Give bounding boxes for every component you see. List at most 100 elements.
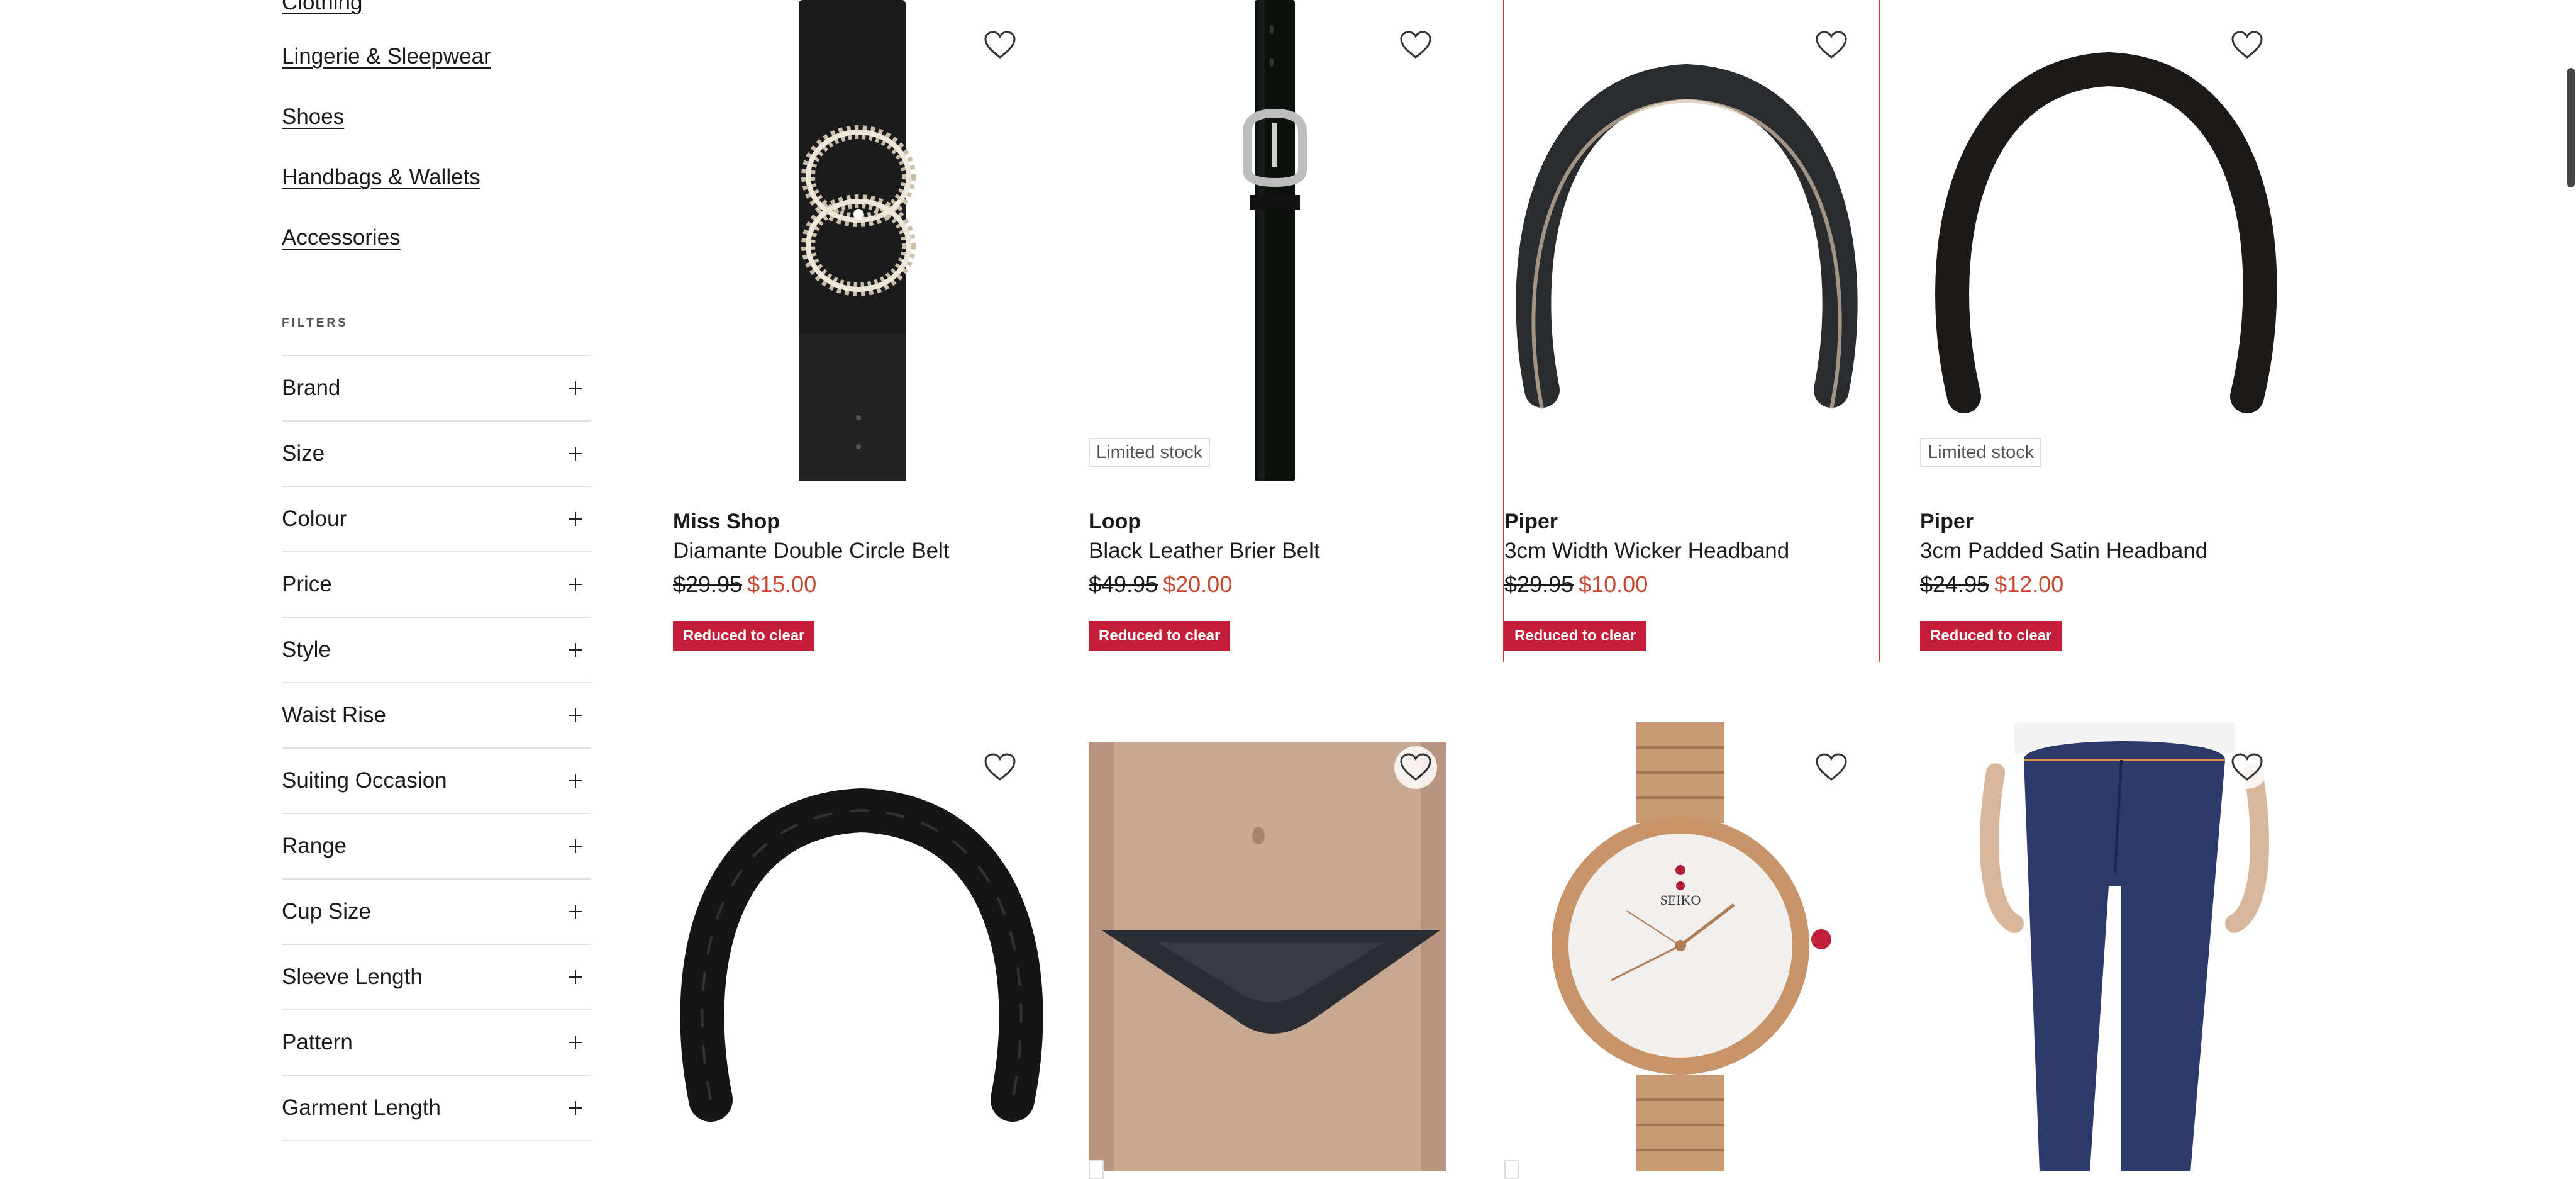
product-card-diamante-belt[interactable]: Miss Shop Diamante Double Circle Belt $2… xyxy=(673,0,1063,661)
category-link-lingerie-sleepwear[interactable]: Lingerie & Sleepwear xyxy=(282,43,491,70)
product-brand[interactable]: Miss Shop xyxy=(673,510,780,534)
product-card-mesh-brief[interactable] xyxy=(1089,722,1479,1179)
plus-icon xyxy=(567,773,584,789)
product-price: $24.95 $12.00 xyxy=(1920,571,2063,598)
scrollbar-thumb[interactable] xyxy=(2567,68,2575,187)
wishlist-button[interactable] xyxy=(979,746,1021,789)
was-price: $49.95 xyxy=(1089,571,1158,597)
heart-outline-icon xyxy=(2231,753,2263,781)
filter-waist-rise[interactable]: Waist Rise xyxy=(282,682,591,747)
filter-label: Cup Size xyxy=(282,899,372,924)
watch-dial-brand: SEIKO xyxy=(1660,892,1701,908)
plus-icon xyxy=(567,380,584,396)
wishlist-button[interactable] xyxy=(1394,746,1437,789)
reduced-to-clear-tag: Reduced to clear xyxy=(1089,621,1231,651)
filters-heading: FILTERS xyxy=(282,316,348,330)
filter-colour[interactable]: Colour xyxy=(282,486,591,551)
plus-icon xyxy=(567,576,584,593)
category-link-clothing[interactable]: Clothing xyxy=(282,0,362,16)
product-name[interactable]: Diamante Double Circle Belt xyxy=(673,539,950,564)
sale-price: $10.00 xyxy=(1579,571,1648,597)
product-card-wicker-headband[interactable]: Piper 3cm Width Wicker Headband $29.95 $1… xyxy=(1504,0,1894,661)
wishlist-button[interactable] xyxy=(1810,24,1853,67)
heart-outline-icon xyxy=(1816,31,1847,59)
plus-icon xyxy=(567,1100,584,1116)
sale-price: $12.00 xyxy=(1994,571,2064,597)
product-image[interactable] xyxy=(673,0,1063,481)
product-brand[interactable]: Piper xyxy=(1920,510,1974,534)
category-link-shoes[interactable]: Shoes xyxy=(282,103,344,131)
product-card-satin-headband[interactable]: Limited stock Piper 3cm Padded Satin Hea… xyxy=(1920,0,2310,661)
wishlist-button[interactable] xyxy=(979,24,1021,67)
plus-icon xyxy=(567,1034,584,1051)
product-card-leather-belt[interactable]: Limited stock Loop Black Leather Brier B… xyxy=(1089,0,1479,661)
product-brand[interactable]: Piper xyxy=(1504,510,1558,534)
was-price: $29.95 xyxy=(673,571,743,597)
product-image[interactable] xyxy=(1504,0,1894,481)
plus-icon xyxy=(567,969,584,985)
plus-icon xyxy=(567,445,584,462)
plus-icon xyxy=(567,511,584,527)
filter-cup-size[interactable]: Cup Size xyxy=(282,878,591,944)
product-name[interactable]: Black Leather Brier Belt xyxy=(1089,539,1320,564)
heart-outline-icon xyxy=(1400,31,1431,59)
wishlist-button[interactable] xyxy=(1810,746,1853,789)
product-image[interactable] xyxy=(673,722,1063,1171)
page-scrollbar[interactable] xyxy=(2562,0,2576,1171)
product-image[interactable] xyxy=(1920,0,2310,481)
limited-stock-badge xyxy=(1504,1160,1519,1179)
filter-garment-length[interactable]: Garment Length xyxy=(282,1075,591,1141)
reduced-to-clear-tag: Reduced to clear xyxy=(1504,621,1646,651)
filter-price[interactable]: Price xyxy=(282,551,591,617)
filter-sleeve-length[interactable]: Sleeve Length xyxy=(282,944,591,1009)
filter-suiting-occasion[interactable]: Suiting Occasion xyxy=(282,747,591,813)
filter-label: Colour xyxy=(282,506,347,531)
product-image[interactable]: SEIKO xyxy=(1504,722,1894,1171)
product-price: $49.95 $20.00 xyxy=(1089,571,1232,598)
reduced-to-clear-tag: Reduced to clear xyxy=(1920,621,2062,651)
product-brand[interactable]: Loop xyxy=(1089,510,1141,534)
filter-pattern[interactable]: Pattern xyxy=(282,1009,591,1075)
heart-outline-icon xyxy=(1816,753,1847,781)
reduced-to-clear-tag: Reduced to clear xyxy=(673,621,815,651)
product-card-braided-headband[interactable] xyxy=(673,722,1063,1171)
sale-price: $20.00 xyxy=(1163,571,1233,597)
product-price: $29.95 $15.00 xyxy=(673,571,816,598)
filter-list: Brand Size Colour Price Style Waist Rise… xyxy=(282,355,591,1141)
filter-label: Style xyxy=(282,637,331,662)
filter-brand[interactable]: Brand xyxy=(282,355,591,420)
filter-style[interactable]: Style xyxy=(282,617,591,682)
filter-label: Brand xyxy=(282,376,341,400)
product-card-rose-gold-watch[interactable]: SEIKO xyxy=(1504,722,1894,1179)
heart-outline-icon xyxy=(2231,31,2263,59)
product-name[interactable]: 3cm Padded Satin Headband xyxy=(1920,539,2207,564)
filter-label: Pattern xyxy=(282,1030,353,1054)
product-card-straight-jeans[interactable] xyxy=(1920,722,2310,1171)
limited-stock-badge: Limited stock xyxy=(1920,438,2042,467)
category-link-handbags-wallets[interactable]: Handbags & Wallets xyxy=(282,164,480,191)
product-image[interactable] xyxy=(1089,722,1479,1171)
product-price: $29.95 $10.00 xyxy=(1504,571,1648,598)
wishlist-button[interactable] xyxy=(2226,24,2268,67)
wishlist-button[interactable] xyxy=(1394,24,1437,67)
product-image[interactable] xyxy=(1089,0,1479,481)
product-name[interactable]: 3cm Width Wicker Headband xyxy=(1504,539,1789,564)
filter-range[interactable]: Range xyxy=(282,813,591,878)
plus-icon xyxy=(567,838,584,854)
plus-icon xyxy=(567,642,584,658)
filter-label: Suiting Occasion xyxy=(282,768,447,793)
plus-icon xyxy=(567,707,584,724)
filter-label: Waist Rise xyxy=(282,703,386,727)
filter-label: Range xyxy=(282,834,347,858)
filter-label: Sleeve Length xyxy=(282,964,423,989)
wishlist-button[interactable] xyxy=(2226,746,2268,789)
filter-size[interactable]: Size xyxy=(282,420,591,486)
was-price: $24.95 xyxy=(1920,571,1990,597)
product-image[interactable] xyxy=(1920,722,2310,1171)
heart-outline-icon xyxy=(984,753,1016,781)
category-link-accessories[interactable]: Accessories xyxy=(282,224,401,252)
filter-label: Garment Length xyxy=(282,1095,441,1120)
filter-label: Price xyxy=(282,572,332,596)
sale-price: $15.00 xyxy=(747,571,817,597)
heart-outline-icon xyxy=(984,31,1016,59)
